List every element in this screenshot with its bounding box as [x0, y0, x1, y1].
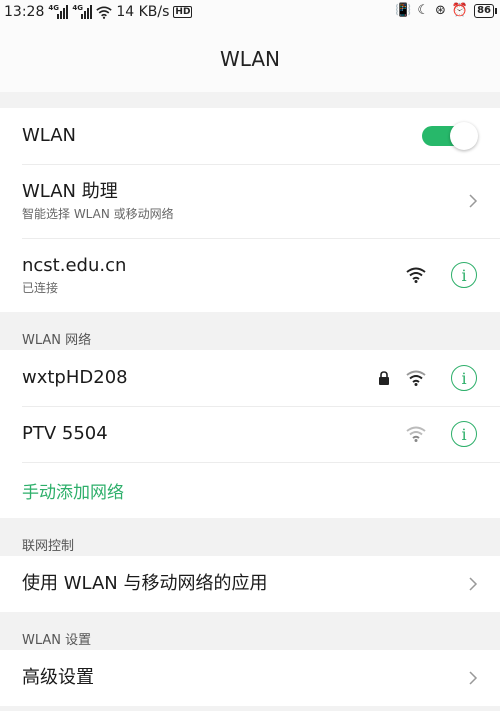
- network-info-button[interactable]: i: [451, 421, 477, 447]
- network-info-button[interactable]: i: [451, 262, 477, 288]
- hd-icon: HD: [173, 6, 193, 18]
- chevron-right-icon: [469, 194, 478, 208]
- connected-network-ssid: ncst.edu.cn: [22, 255, 127, 276]
- wlan-toggle-switch[interactable]: [422, 122, 478, 150]
- net-speed: 14 KB/s: [116, 4, 170, 20]
- wlan-assistant-subtitle: 智能选择 WLAN 或移动网络: [22, 207, 174, 221]
- lock-rotation-icon: ⊛: [434, 3, 446, 18]
- section-label-networks: WLAN 网络: [22, 333, 92, 348]
- advanced-settings-label: 高级设置: [22, 667, 94, 688]
- moon-icon: ☾: [417, 3, 429, 18]
- wlan-assistant-title: WLAN 助理: [22, 181, 118, 202]
- wlan-assistant-row[interactable]: WLAN 助理 智能选择 WLAN 或移动网络: [0, 164, 500, 238]
- wifi-signal-icon: [406, 267, 426, 283]
- advanced-settings-row[interactable]: 高级设置: [0, 650, 500, 706]
- apps-using-network-label: 使用 WLAN 与移动网络的应用: [22, 573, 268, 594]
- available-networks-group: wxtpHD208 i PTV 5504 i 手动添加网络: [0, 350, 500, 518]
- add-network-row[interactable]: 手动添加网络: [0, 462, 500, 518]
- chevron-right-icon: [469, 671, 478, 685]
- network-info-button[interactable]: i: [451, 365, 477, 391]
- signal-icon: 4G: [72, 4, 93, 19]
- connected-network-status: 已连接: [22, 281, 59, 295]
- battery-icon: 86: [474, 4, 497, 18]
- wlan-toggle-label: WLAN: [22, 125, 77, 146]
- add-network-link[interactable]: 手动添加网络: [22, 478, 124, 503]
- network-row-ptv5504[interactable]: PTV 5504 i: [0, 406, 500, 462]
- wifi-status-icon: [96, 6, 113, 19]
- wifi-signal-icon: [406, 426, 426, 442]
- connected-network-row[interactable]: ncst.edu.cn 已连接 i: [0, 238, 500, 312]
- network-ssid: wxtpHD208: [22, 367, 128, 388]
- vibrate-icon: 📳: [395, 3, 412, 18]
- network-ssid: PTV 5504: [22, 423, 108, 444]
- chevron-right-icon: [469, 577, 478, 591]
- lock-icon: [379, 371, 389, 385]
- alarm-icon: ⏰: [451, 3, 469, 18]
- toggle-knob: [450, 122, 478, 150]
- wlan-settings-group: 高级设置: [0, 650, 500, 706]
- signal-icon: 4G: [48, 4, 69, 19]
- section-label-wlan-settings: WLAN 设置: [22, 633, 92, 648]
- wlan-main-group: WLAN WLAN 助理 智能选择 WLAN 或移动网络 ncst.edu.cn…: [0, 108, 500, 312]
- network-row-wxtphd208[interactable]: wxtpHD208 i: [0, 350, 500, 406]
- page-title: WLAN: [219, 47, 281, 71]
- section-label-network-control: 联网控制: [22, 539, 75, 554]
- wlan-toggle-row[interactable]: WLAN: [0, 108, 500, 164]
- status-time: 13:28: [4, 4, 45, 20]
- page-title-bar: WLAN: [0, 26, 500, 92]
- status-bar: 13:28 4G 4G 14 KB/s HD 📳 ☾ ⊛ ⏰ 86: [0, 0, 500, 26]
- wifi-signal-icon: [406, 370, 426, 386]
- apps-using-network-row[interactable]: 使用 WLAN 与移动网络的应用: [0, 556, 500, 612]
- network-control-group: 使用 WLAN 与移动网络的应用: [0, 556, 500, 612]
